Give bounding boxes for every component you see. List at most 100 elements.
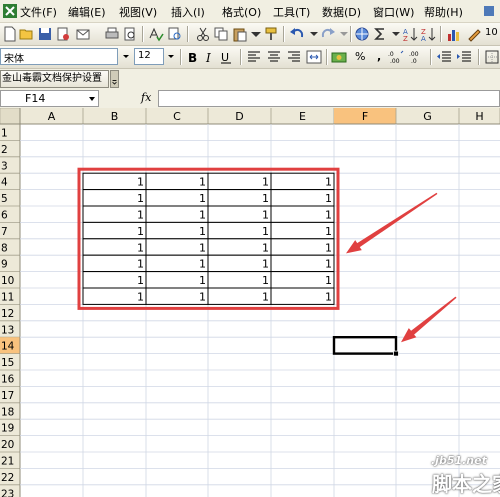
row-header-13[interactable]: 13: [1, 324, 14, 336]
row-header-16[interactable]: 16: [1, 374, 15, 386]
underline-icon[interactable]: U: [218, 49, 234, 65]
menu-overflow-icon[interactable]: [482, 4, 496, 18]
percent-style-button[interactable]: %: [355, 50, 365, 63]
sort-descending-icon[interactable]: ZA: [420, 26, 436, 42]
currency-icon[interactable]: [331, 49, 347, 65]
spelling-icon[interactable]: [148, 26, 164, 42]
svg-text:B: B: [188, 51, 197, 65]
row-header-15[interactable]: 15: [1, 357, 14, 369]
row-header-8[interactable]: 8: [1, 242, 8, 254]
row-header-14[interactable]: 14: [1, 341, 15, 353]
menu-help[interactable]: 帮助(H): [424, 4, 463, 20]
fill-handle[interactable]: [393, 350, 399, 357]
merge-center-icon[interactable]: [306, 49, 322, 65]
font-size-select[interactable]: 12: [134, 48, 164, 65]
column-header-f[interactable]: F: [362, 110, 368, 123]
align-right-icon[interactable]: [286, 49, 302, 65]
menu-data[interactable]: 数据(D): [322, 4, 361, 20]
formula-input[interactable]: [158, 90, 500, 107]
redo-icon[interactable]: [320, 26, 336, 42]
format-painter-icon[interactable]: [263, 26, 279, 42]
data-cell-value: 1: [325, 225, 332, 238]
toolbar-separator: [142, 26, 144, 42]
row-header-7[interactable]: 7: [1, 226, 8, 238]
row-header-4[interactable]: 4: [1, 177, 8, 189]
toolbar-options-icon[interactable]: [110, 70, 119, 88]
row-header-18[interactable]: 18: [1, 406, 14, 418]
column-header-d[interactable]: D: [235, 110, 243, 123]
row-header-10[interactable]: 10: [1, 275, 14, 287]
column-header-g[interactable]: G: [423, 110, 432, 123]
comma-style-button[interactable]: ,: [377, 50, 381, 63]
email-icon[interactable]: [75, 26, 91, 42]
italic-icon[interactable]: I: [202, 49, 218, 65]
zoom-value[interactable]: 10: [485, 27, 498, 38]
row-header-6[interactable]: 6: [1, 210, 8, 222]
row-header-2[interactable]: 2: [1, 144, 8, 156]
paste-dropdown-icon[interactable]: [248, 26, 264, 42]
menu-window[interactable]: 窗口(W): [373, 4, 414, 20]
menu-edit[interactable]: 编辑(E): [68, 4, 106, 20]
row-header-11[interactable]: 11: [1, 292, 14, 304]
decrease-indent-icon[interactable]: [436, 49, 452, 65]
column-header-b[interactable]: B: [111, 110, 119, 123]
chart-wizard-icon[interactable]: [446, 26, 462, 42]
row-header-17[interactable]: 17: [1, 390, 14, 402]
row-header-5[interactable]: 5: [1, 193, 8, 205]
row-header-3[interactable]: 3: [1, 160, 8, 172]
row-header-21[interactable]: 21: [1, 456, 14, 468]
name-box-dropdown-icon[interactable]: [89, 97, 95, 101]
data-cell-value: 1: [262, 258, 269, 271]
excel-app-icon[interactable]: [2, 3, 18, 19]
document-protection-settings-button[interactable]: 金山毒霸文档保护设置: [0, 70, 109, 88]
save-icon[interactable]: [37, 26, 53, 42]
name-box[interactable]: F14: [0, 90, 99, 107]
hyperlink-icon[interactable]: [354, 26, 370, 42]
menu-tools[interactable]: 工具(T): [273, 4, 310, 20]
increase-decimal-icon[interactable]: .0.00: [388, 49, 404, 65]
row-header-20[interactable]: 20: [1, 439, 14, 451]
borders-icon[interactable]: [484, 49, 500, 65]
paste-icon[interactable]: [232, 26, 248, 42]
column-header-e[interactable]: E: [299, 110, 306, 123]
menu-view[interactable]: 视图(V): [119, 4, 157, 20]
font-size-dropdown-icon[interactable]: [165, 48, 177, 65]
undo-icon[interactable]: [289, 26, 305, 42]
print-preview-icon[interactable]: [122, 26, 138, 42]
row-header-19[interactable]: 19: [1, 423, 14, 435]
sort-ascending-icon[interactable]: AZ: [402, 26, 418, 42]
worksheet-grid[interactable]: A B C D E F G H 1 2 3 4 5 6 7 8 9 10 11 12 13 14 15 16 17 18 19 20 2…: [0, 108, 500, 497]
select-all-corner[interactable]: [0, 108, 21, 125]
row-header-1[interactable]: 1: [1, 128, 8, 140]
drawing-icon[interactable]: [466, 26, 482, 42]
menu-insert[interactable]: 插入(I): [171, 4, 205, 20]
menu-file[interactable]: 文件(F): [20, 4, 57, 20]
svg-text:Z: Z: [403, 35, 408, 42]
column-header-h[interactable]: H: [475, 110, 483, 123]
insert-function-icon[interactable]: fx: [141, 91, 151, 104]
font-name-select[interactable]: 宋体: [0, 48, 118, 65]
bold-icon[interactable]: B: [185, 49, 201, 65]
row-header-23[interactable]: 23: [1, 488, 14, 497]
autosum-icon[interactable]: [372, 26, 388, 42]
row-header-22[interactable]: 22: [1, 472, 14, 484]
row-header-12[interactable]: 12: [1, 308, 14, 320]
column-header-a[interactable]: A: [48, 110, 56, 123]
align-left-icon[interactable]: [246, 49, 262, 65]
align-center-icon[interactable]: [266, 49, 282, 65]
open-folder-icon[interactable]: [19, 26, 35, 42]
copy-icon[interactable]: [213, 26, 229, 42]
row-header-9[interactable]: 9: [1, 259, 8, 271]
research-icon[interactable]: [167, 26, 183, 42]
decrease-decimal-icon[interactable]: .00.0: [409, 49, 425, 65]
column-header-c[interactable]: C: [173, 110, 181, 123]
increase-indent-icon[interactable]: [456, 49, 472, 65]
cut-icon[interactable]: [195, 26, 211, 42]
active-cell-selection[interactable]: [332, 335, 398, 355]
font-name-dropdown-icon[interactable]: [120, 48, 132, 65]
menu-format[interactable]: 格式(O): [222, 4, 261, 20]
worksheet-canvas[interactable]: A B C D E F G H12345678910111213141516171819202…: [0, 108, 500, 497]
print-icon[interactable]: [104, 26, 120, 42]
permission-icon[interactable]: [55, 26, 71, 42]
new-document-icon[interactable]: [2, 26, 18, 42]
